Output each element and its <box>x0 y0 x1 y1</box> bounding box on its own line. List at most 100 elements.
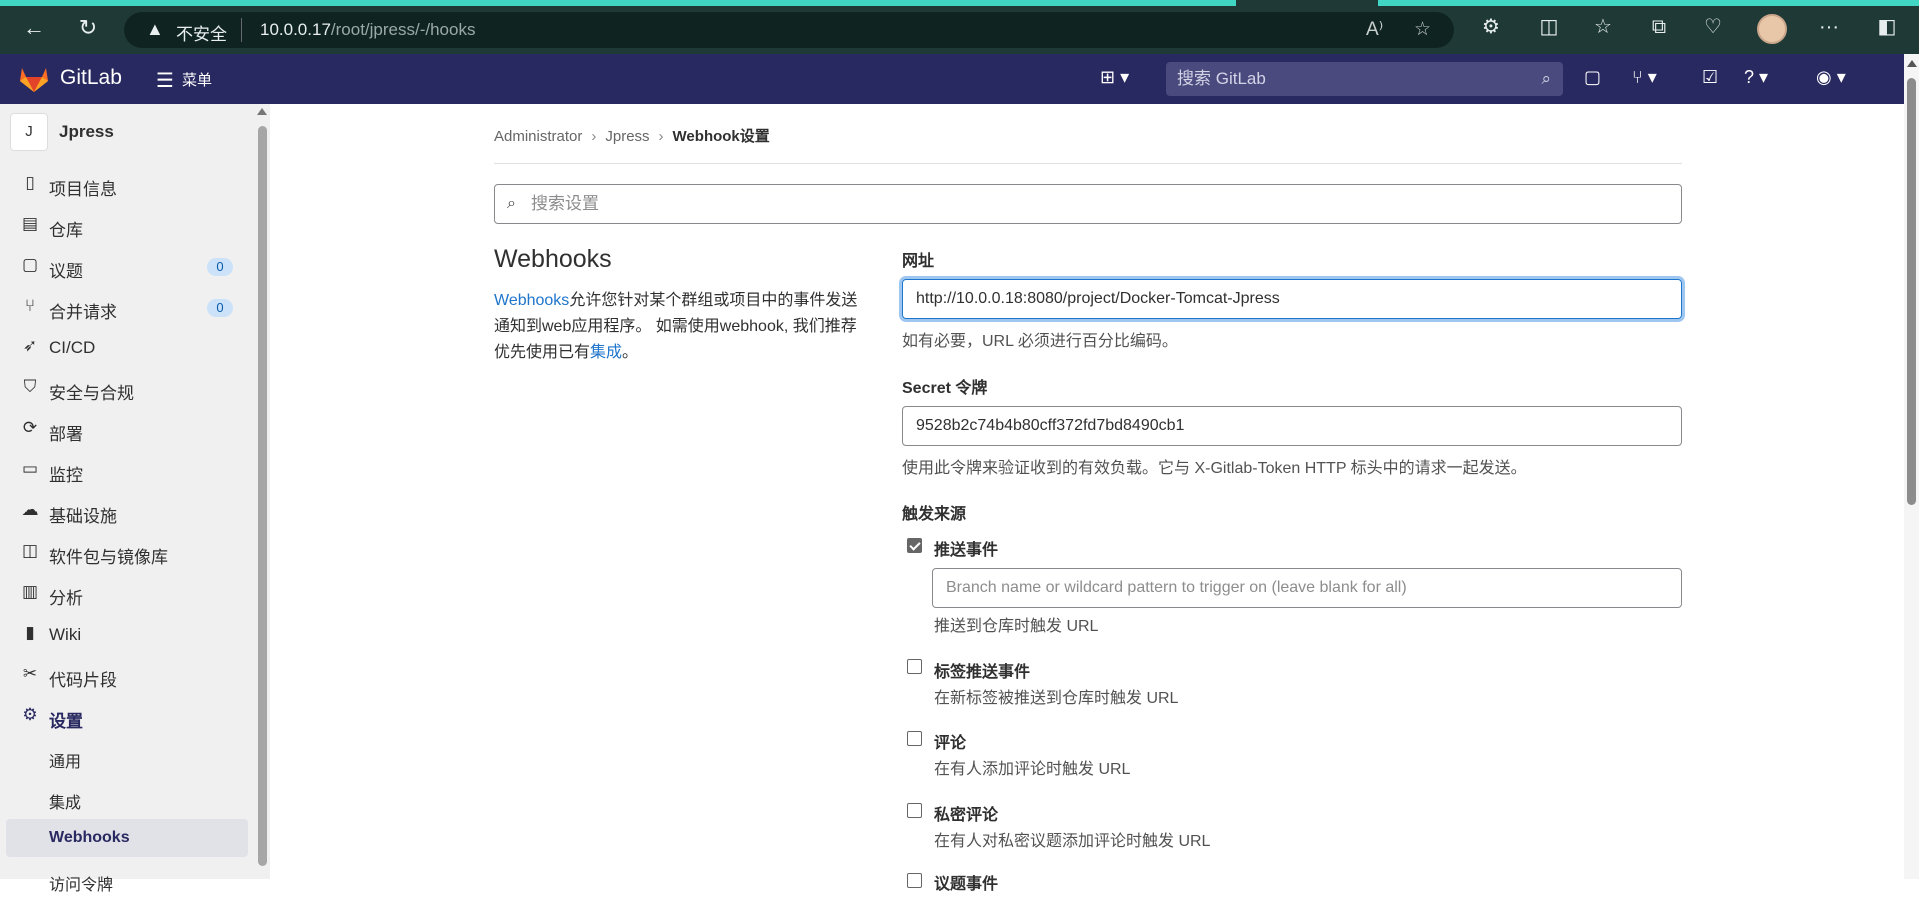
sidebar-scroll-thumb[interactable] <box>258 126 267 866</box>
push-events-checkbox[interactable] <box>907 538 922 553</box>
sidebar-item-wiki[interactable]: ▮ Wiki <box>0 617 254 651</box>
breadcrumb-chevron-icon: › <box>658 128 664 145</box>
tag-push-events-help: 在新标签被推送到仓库时触发 URL <box>934 690 1179 707</box>
sidebar-item-label: Wiki <box>49 625 82 644</box>
sidebar-item-label: 议题 <box>49 262 83 281</box>
comments-help: 在有人添加评论时触发 URL <box>934 761 1131 778</box>
project-name[interactable]: Jpress <box>59 122 114 142</box>
repository-icon: ▤ <box>21 214 39 233</box>
back-icon[interactable]: ← <box>20 14 48 42</box>
refresh-icon[interactable]: ↻ <box>74 14 102 42</box>
sidebar-item-analytics[interactable]: ▥ 分析 <box>0 576 254 610</box>
branch-filter-input[interactable] <box>933 569 1681 607</box>
merge-request-shortcut-icon[interactable]: ⑂ ▾ <box>1632 67 1657 88</box>
warning-icon[interactable]: ▲ <box>146 19 164 40</box>
sidebar-icon[interactable]: ◧ <box>1874 15 1900 39</box>
page-scrollbar[interactable] <box>1904 54 1919 879</box>
page-scroll-thumb[interactable] <box>1907 78 1916 505</box>
scroll-up-arrow-icon[interactable] <box>257 108 267 115</box>
read-aloud-icon[interactable]: A⁾ <box>1366 18 1383 41</box>
sidebar-subitem-webhooks[interactable]: Webhooks <box>6 819 248 857</box>
confidential-comments-checkbox[interactable] <box>907 803 922 818</box>
sidebar-item-label: 仓库 <box>49 221 83 240</box>
secret-token-field[interactable] <box>902 406 1682 446</box>
issue-events-checkbox[interactable] <box>907 873 922 888</box>
sidebar-item-snippets[interactable]: ✂ 代码片段 <box>0 658 254 692</box>
user-avatar-icon[interactable]: ◉ ▾ <box>1816 67 1846 88</box>
branch-filter-field[interactable] <box>932 568 1682 608</box>
more-icon[interactable]: ··· <box>1816 15 1842 39</box>
breadcrumb-current[interactable]: Webhook设置 <box>673 128 770 145</box>
settings-search-input[interactable] <box>527 185 1667 223</box>
performance-icon[interactable]: ♡ <box>1700 15 1726 39</box>
push-events-label[interactable]: 推送事件 <box>934 536 998 560</box>
secret-token-input[interactable] <box>903 407 1681 445</box>
confidential-comments-label[interactable]: 私密评论 <box>934 801 998 825</box>
breadcrumb-item[interactable]: Jpress <box>605 128 649 145</box>
insecure-label[interactable]: 不安全 <box>176 20 227 45</box>
sidebar-item-repository[interactable]: ▤ 仓库 <box>0 208 254 242</box>
comments-checkbox[interactable] <box>907 731 922 746</box>
extensions-icon[interactable]: ⚙ <box>1478 15 1504 39</box>
url-field[interactable] <box>902 279 1682 319</box>
sidebar-item-deploy[interactable]: ⟳ 部署 <box>0 412 254 446</box>
gear-icon: ⚙ <box>22 705 38 724</box>
address-url[interactable]: 10.0.0.17/root/jpress/-/hooks <box>260 20 475 40</box>
menu-button[interactable]: ☰ 菜单 <box>156 68 212 93</box>
favorites-icon[interactable]: ☆ <box>1590 15 1616 39</box>
todo-icon[interactable]: ☑ <box>1702 67 1718 88</box>
settings-search[interactable]: ⌕ <box>494 184 1682 224</box>
sidebar-item-packages[interactable]: ◫ 软件包与镜像库 <box>0 535 254 569</box>
sidebar-item-project-info[interactable]: ▯ 项目信息 <box>0 167 254 201</box>
sidebar-item-merge-requests[interactable]: ⑂ 合并请求 0 <box>0 290 254 324</box>
sidebar-item-security[interactable]: ⛉ 安全与合规 <box>0 371 254 405</box>
split-screen-icon[interactable]: ◫ <box>1536 15 1562 39</box>
tag-push-events-label[interactable]: 标签推送事件 <box>934 658 1030 682</box>
sidebar-subitem-integrations[interactable]: 集成 <box>0 779 254 817</box>
sidebar-scrollbar[interactable] <box>254 104 270 879</box>
hamburger-icon: ☰ <box>156 70 174 92</box>
url-input[interactable] <box>903 280 1681 318</box>
integrations-link[interactable]: 集成 <box>590 344 622 361</box>
gitlab-search[interactable]: ⌕ <box>1166 62 1563 96</box>
profile-avatar[interactable] <box>1757 14 1787 44</box>
merge-request-icon: ⑂ <box>24 296 36 315</box>
tag-push-events-checkbox[interactable] <box>907 659 922 674</box>
comments-label[interactable]: 评论 <box>934 729 966 753</box>
sidebar-item-issues[interactable]: ▢ 议题 0 <box>0 249 254 283</box>
sidebar-item-label: 设置 <box>49 712 83 731</box>
issues-count-badge: 0 <box>207 258 233 276</box>
merge-requests-count-badge: 0 <box>207 299 233 317</box>
collections-icon[interactable]: ⧉ <box>1646 15 1672 39</box>
sidebar-subitem-access-tokens[interactable]: 访问令牌 <box>0 861 254 899</box>
url-host: 10.0.0.17 <box>260 20 331 39</box>
address-bar[interactable]: ▲ 不安全 10.0.0.17/root/jpress/-/hooks A⁾ ☆ <box>124 12 1454 48</box>
sidebar-item-infrastructure[interactable]: ☁ 基础设施 <box>0 494 254 528</box>
secret-token-label: Secret 令牌 <box>902 380 988 397</box>
gitlab-search-input[interactable] <box>1166 62 1563 96</box>
sidebar-item-cicd[interactable]: ➶ CI/CD <box>0 330 254 364</box>
gitlab-brand[interactable]: GitLab <box>60 66 122 90</box>
breadcrumb-item[interactable]: Administrator <box>494 128 582 145</box>
scroll-up-arrow-icon[interactable] <box>1907 60 1917 67</box>
sidebar-item-settings[interactable]: ⚙ 设置 <box>0 699 254 733</box>
breadcrumb-chevron-icon: › <box>591 128 597 145</box>
favorite-star-icon[interactable]: ☆ <box>1414 18 1431 41</box>
gitlab-logo-icon[interactable] <box>18 65 50 93</box>
sidebar-subitem-label: Webhooks <box>49 829 130 846</box>
help-icon[interactable]: ? ▾ <box>1744 67 1768 88</box>
url-path: /root/jpress/-/hooks <box>330 20 476 39</box>
project-avatar[interactable]: J <box>10 113 48 151</box>
webhooks-doc-link[interactable]: Webhooks <box>494 292 569 309</box>
sidebar-subitem-general[interactable]: 通用 <box>0 738 254 776</box>
new-item-icon[interactable]: ⊞ ▾ <box>1100 67 1129 88</box>
project-sidebar: J Jpress ▯ 项目信息 ▤ 仓库 ▢ 议题 0 ⑂ 合并请求 0 ➶ C… <box>0 104 254 894</box>
issue-events-label[interactable]: 议题事件 <box>934 870 998 894</box>
sidebar-item-label: 部署 <box>49 425 83 444</box>
issues-shortcut-icon[interactable]: ▢ <box>1584 67 1601 88</box>
search-icon: ⌕ <box>507 195 516 212</box>
sidebar-item-label: 代码片段 <box>49 671 117 690</box>
sidebar-item-monitor[interactable]: ▭ 监控 <box>0 453 254 487</box>
section-title: Webhooks <box>494 245 612 273</box>
url-label: 网址 <box>902 253 935 270</box>
